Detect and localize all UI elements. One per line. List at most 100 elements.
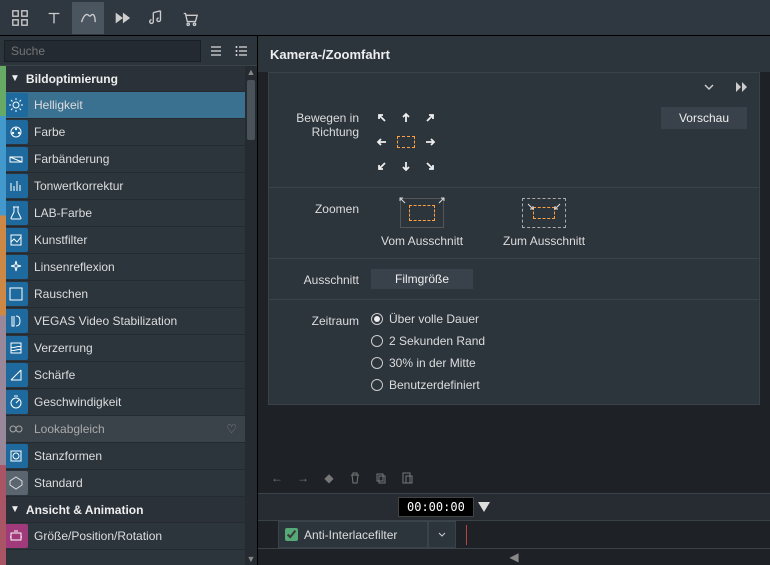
app-root: ▼ Bildoptimierung Helligkeit Farbe Farbä… [0,0,770,565]
top-toolbar [0,0,770,36]
item-label: Lookabgleich [34,422,105,436]
search-row [0,36,257,66]
arrow-s-icon[interactable] [395,155,417,177]
filter-dropdown[interactable] [428,521,456,548]
timeline-ruler[interactable]: 00:00:00 [258,493,770,521]
scroll-down-icon[interactable]: ▼ [245,553,257,565]
item-label: Linsenreflexion [34,260,115,274]
radio-custom[interactable]: Benutzerdefiniert [371,376,480,394]
item-farbe[interactable]: Farbe [0,119,245,146]
item-label: Geschwindigkeit [34,395,121,409]
effects-icon[interactable] [72,2,104,34]
zoom-from-button[interactable]: Vom Ausschnitt [381,198,463,248]
keyframe-toolbar: ← → ◆ [258,463,770,493]
list-simple-icon[interactable] [205,40,227,62]
crop-label: Ausschnitt [281,269,371,289]
filter-label: Anti-Interlacefilter [304,528,397,542]
radio-full-duration[interactable]: Über volle Dauer [371,310,479,328]
item-vegas[interactable]: VEGAS Video Stabilization [0,308,245,335]
keyframe-add-icon[interactable]: ◆ [320,469,338,487]
radio-2sec[interactable]: 2 Sekunden Rand [371,332,485,350]
prev-icon[interactable]: ← [268,469,286,487]
item-label: Stanzformen [34,449,102,463]
category-label: Ansicht & Animation [26,503,144,517]
anti-interlace-checkbox[interactable] [285,528,298,541]
item-rauschen[interactable]: Rauschen [0,281,245,308]
item-label: Standard [34,476,83,490]
audio-icon[interactable] [140,2,172,34]
zoom-to-label: Zum Ausschnitt [503,234,585,248]
item-label: Helligkeit [34,98,83,112]
title-icon[interactable] [38,2,70,34]
next-icon[interactable]: → [294,469,312,487]
copy-icon[interactable] [372,469,390,487]
keyframe-marker [466,525,467,545]
item-groesse[interactable]: Größe/Position/Rotation [0,523,245,550]
zoom-to-button[interactable]: Zum Ausschnitt [503,198,585,248]
arrow-w-icon[interactable] [371,131,393,153]
scroll-up-icon[interactable]: ▲ [245,66,257,78]
playhead-marker[interactable] [478,502,490,512]
category-bildoptimierung[interactable]: ▼ Bildoptimierung [0,66,245,92]
effect-list: ▼ Bildoptimierung Helligkeit Farbe Farbä… [0,66,245,565]
arrow-n-icon[interactable] [395,107,417,129]
chevron-down-icon: ▼ [10,504,20,515]
expand-icon[interactable] [701,79,717,95]
heart-icon[interactable]: ♡ [226,422,237,436]
radio-label: Über volle Dauer [389,312,479,326]
time-display[interactable]: 00:00:00 [398,497,474,517]
time-label: Zeitraum [281,310,371,394]
trash-icon[interactable] [346,469,364,487]
arrow-se-icon[interactable] [419,155,441,177]
zoom-from-label: Vom Ausschnitt [381,234,463,248]
item-label: Größe/Position/Rotation [34,529,162,543]
center-box[interactable] [395,131,417,153]
transitions-icon[interactable] [106,2,138,34]
anti-interlace-track[interactable]: Anti-Interlacefilter [278,521,428,548]
category-label: Bildoptimierung [26,72,118,86]
sidebar: ▼ Bildoptimierung Helligkeit Farbe Farbä… [0,36,258,565]
zoom-label: Zoomen [281,198,371,248]
search-input[interactable] [4,40,201,62]
item-label: Rauschen [34,287,88,301]
item-geschwindigkeit[interactable]: Geschwindigkeit [0,389,245,416]
preview-button[interactable]: Vorschau [661,107,747,129]
templates-icon[interactable] [4,2,36,34]
arrow-nw-icon[interactable] [371,107,393,129]
sidebar-scrollbar[interactable]: ▲ ▼ [245,66,257,565]
body: ▼ Bildoptimierung Helligkeit Farbe Farbä… [0,36,770,565]
category-ansicht[interactable]: ▼ Ansicht & Animation [0,497,245,523]
arrow-sw-icon[interactable] [371,155,393,177]
item-kunstfilter[interactable]: Kunstfilter [0,227,245,254]
paste-icon[interactable] [398,469,416,487]
filmsize-button[interactable]: Filmgröße [371,269,473,289]
list-detail-icon[interactable] [231,40,253,62]
scroll-thumb[interactable] [247,80,255,140]
item-schaerfe[interactable]: Schärfe [0,362,245,389]
timeline-scroll-left[interactable]: ◀ [258,549,770,565]
item-standard[interactable]: Standard [0,470,245,497]
item-label: Schärfe [34,368,75,382]
item-label: Kunstfilter [34,233,87,247]
filter-row: Anti-Interlacefilter [258,521,770,549]
color-strip [0,66,6,565]
item-label: Tonwertkorrektur [34,179,123,193]
skip-icon[interactable] [733,79,749,95]
item-label: Farbänderung [34,152,109,166]
arrow-ne-icon[interactable] [419,107,441,129]
store-icon[interactable] [174,2,206,34]
item-lab[interactable]: LAB-Farbe [0,200,245,227]
item-stanzformen[interactable]: Stanzformen [0,443,245,470]
arrow-e-icon[interactable] [419,131,441,153]
item-helligkeit[interactable]: Helligkeit [0,92,245,119]
right-pane: Kamera-/Zoomfahrt Bewegen in Richtung [258,36,770,565]
item-farbaenderung[interactable]: Farbänderung [0,146,245,173]
item-linsenreflexion[interactable]: Linsenreflexion [0,254,245,281]
panel-title: Kamera-/Zoomfahrt [270,47,390,62]
radio-label: 30% in der Mitte [389,356,476,370]
item-verzerrung[interactable]: Verzerrung [0,335,245,362]
chevron-down-icon: ▼ [10,73,20,84]
radio-30pct[interactable]: 30% in der Mitte [371,354,476,372]
item-lookabgleich[interactable]: Lookabgleich ♡ [0,416,245,443]
item-tonwert[interactable]: Tonwertkorrektur [0,173,245,200]
